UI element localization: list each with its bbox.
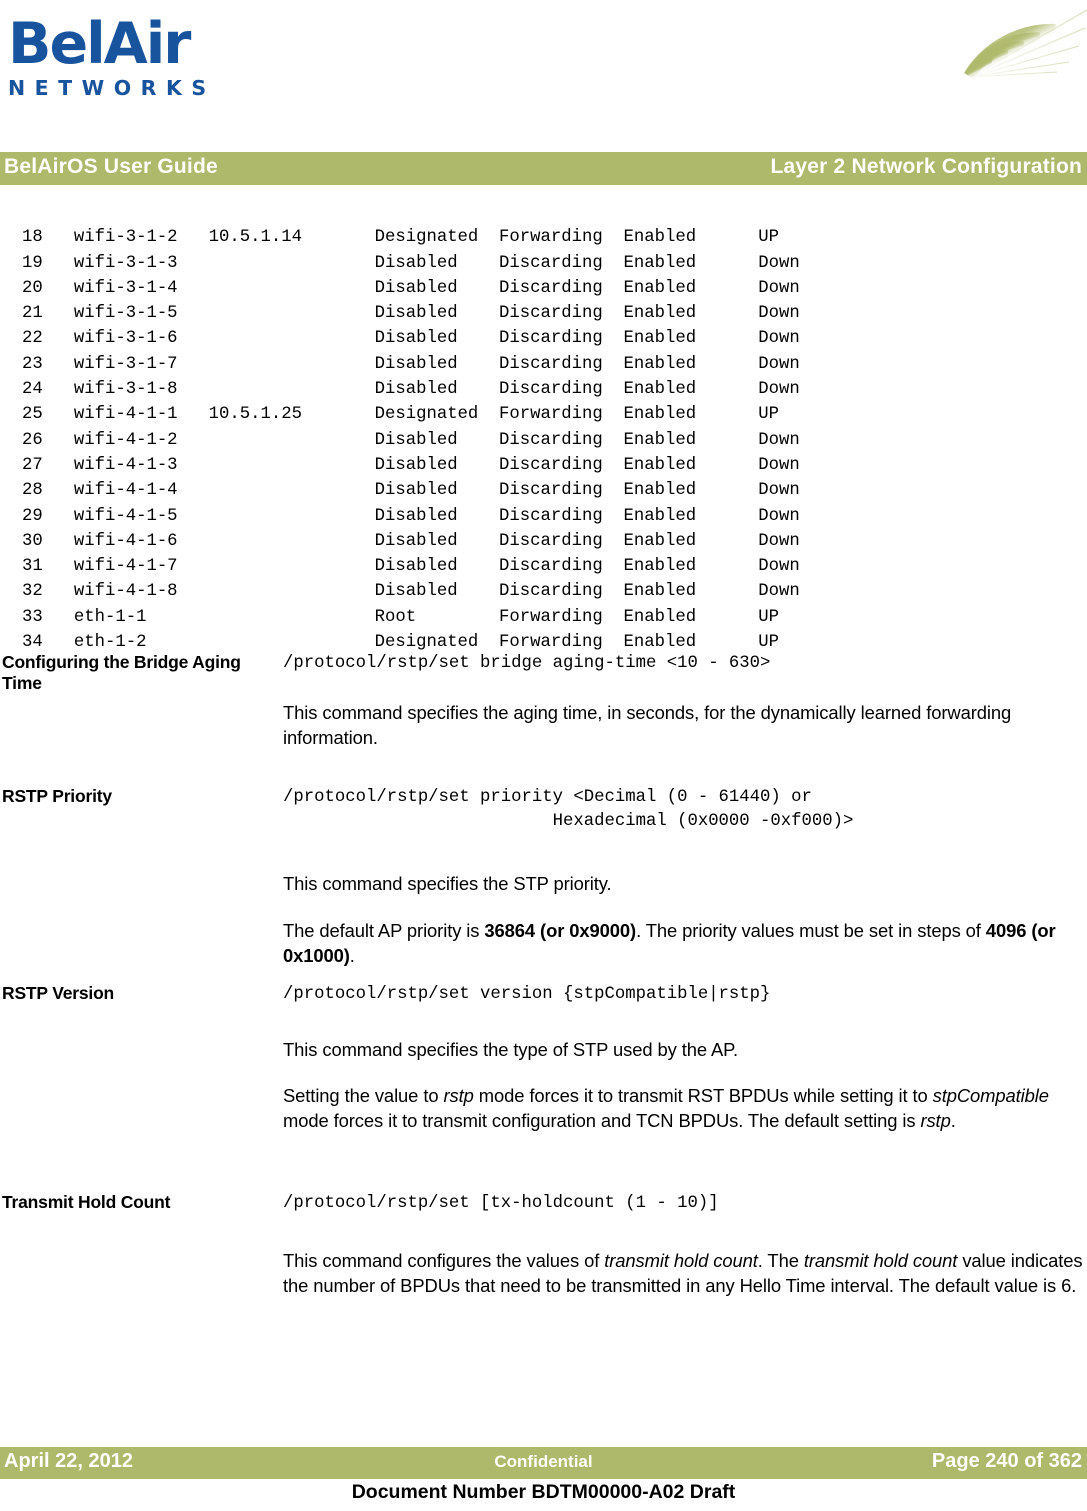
running-header: BelAirOS User Guide Layer 2 Network Conf… bbox=[0, 152, 1087, 185]
command-bridge-aging-time: /protocol/rstp/set bridge aging-time <10… bbox=[283, 654, 771, 673]
header-chapter-title: Layer 2 Network Configuration bbox=[770, 155, 1082, 178]
section-heading-bridge-aging-time: Configuring the Bridge Aging Time bbox=[2, 652, 241, 693]
section-body-bridge-aging-time: /protocol/rstp/set bridge aging-time <10… bbox=[283, 652, 1083, 750]
paragraph-rstp-priority-description: This command specifies the STP priority. bbox=[283, 873, 612, 894]
cli-output-table: 18 wifi-3-1-2 10.5.1.14 Designated Forwa… bbox=[22, 228, 800, 653]
header-doc-title: BelAirOS User Guide bbox=[4, 155, 218, 178]
paragraph-aging-time-description: This command specifies the aging time, i… bbox=[283, 702, 1012, 748]
paragraph-rstp-priority-default: The default AP priority is 36864 (or 0x9… bbox=[283, 920, 1056, 966]
running-footer: April 22, 2012 Confidential Page 240 of … bbox=[0, 1447, 1087, 1479]
section-body-rstp-version: /protocol/rstp/set version {stpCompatibl… bbox=[283, 983, 1083, 1133]
section-body-rstp-priority: /protocol/rstp/set priority <Decimal (0 … bbox=[283, 786, 1083, 968]
belair-networks-logo: BelAir NETWORKS bbox=[8, 14, 218, 100]
section-heading-transmit-hold-count: Transmit Hold Count bbox=[2, 1192, 171, 1212]
section-heading-rstp-priority: RSTP Priority bbox=[2, 786, 112, 806]
command-transmit-hold-count: /protocol/rstp/set [tx-holdcount (1 - 10… bbox=[283, 1194, 719, 1213]
section-body-transmit-hold-count: /protocol/rstp/set [tx-holdcount (1 - 10… bbox=[283, 1192, 1083, 1298]
page-logo-area: BelAir NETWORKS bbox=[0, 0, 1087, 150]
section-heading-rstp-version: RSTP Version bbox=[2, 983, 115, 1003]
command-rstp-version: /protocol/rstp/set version {stpCompatibl… bbox=[283, 985, 771, 1004]
footer-document-number: Document Number BDTM00000-A02 Draft bbox=[351, 1481, 736, 1503]
signal-fan-icon bbox=[963, 9, 1087, 124]
footer-classification: Confidential bbox=[494, 1452, 593, 1471]
logo-tagline: NETWORKS bbox=[8, 76, 216, 100]
paragraph-rstp-version-description: This command specifies the type of STP u… bbox=[283, 1039, 738, 1060]
footer-page-number: Page 240 of 362 bbox=[931, 1450, 1082, 1472]
logo-wordmark: BelAir bbox=[8, 11, 191, 77]
paragraph-transmit-hold-count-description: This command configures the values of tr… bbox=[283, 1250, 1083, 1296]
command-rstp-priority: /protocol/rstp/set priority <Decimal (0 … bbox=[283, 788, 854, 831]
paragraph-rstp-version-modes: Setting the value to rstp mode forces it… bbox=[283, 1085, 1049, 1131]
